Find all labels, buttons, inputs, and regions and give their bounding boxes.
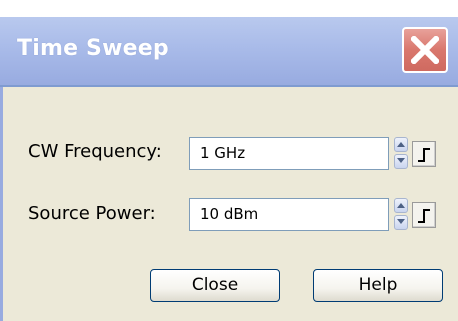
cw-frequency-input[interactable]: 1 GHz xyxy=(189,137,389,170)
source-power-spin-down[interactable] xyxy=(394,215,408,230)
cw-frequency-spinner[interactable] xyxy=(394,137,408,170)
title-close-button[interactable] xyxy=(402,27,448,73)
title-bar: Time Sweep xyxy=(0,17,458,85)
step-icon xyxy=(418,148,430,162)
chevron-up-icon xyxy=(397,142,405,147)
title-divider xyxy=(0,85,458,87)
time-sweep-dialog: Time Sweep CW Frequency: 1 GHz Source Po… xyxy=(0,17,458,321)
close-icon xyxy=(411,36,439,64)
cw-frequency-spin-up[interactable] xyxy=(394,137,408,152)
close-button[interactable]: Close xyxy=(150,269,280,302)
window-title: Time Sweep xyxy=(17,36,169,61)
source-power-input[interactable]: 10 dBm xyxy=(189,198,389,231)
cw-frequency-step-button[interactable] xyxy=(412,141,436,167)
window-frame-edge xyxy=(0,87,3,321)
help-button[interactable]: Help xyxy=(313,269,443,302)
cw-frequency-label: CW Frequency: xyxy=(28,141,162,162)
step-icon xyxy=(418,209,430,223)
chevron-down-icon xyxy=(397,219,405,224)
source-power-spin-up[interactable] xyxy=(394,198,408,213)
source-power-spinner[interactable] xyxy=(394,198,408,231)
chevron-up-icon xyxy=(397,203,405,208)
source-power-label: Source Power: xyxy=(28,203,156,224)
chevron-down-icon xyxy=(397,158,405,163)
source-power-step-button[interactable] xyxy=(412,202,436,228)
cw-frequency-spin-down[interactable] xyxy=(394,154,408,169)
